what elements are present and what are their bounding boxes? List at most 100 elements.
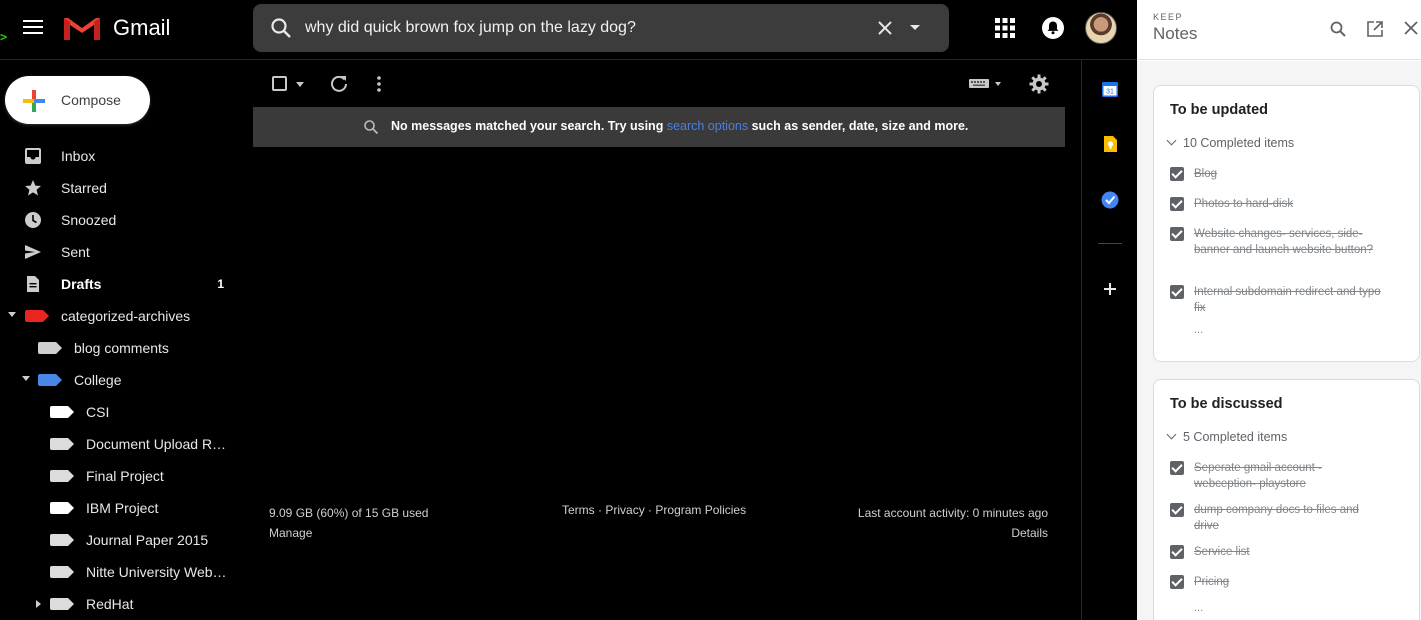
select-chevron-down-icon[interactable] bbox=[295, 82, 305, 88]
select-all-checkbox[interactable] bbox=[272, 76, 287, 91]
chevron-down-icon bbox=[1166, 429, 1177, 440]
checked-checkbox[interactable] bbox=[1170, 461, 1184, 475]
tasks-icon[interactable] bbox=[1101, 191, 1119, 209]
addon-strip: 31 bbox=[1081, 60, 1137, 620]
chevron-down-icon bbox=[1166, 135, 1177, 146]
clear-search-icon[interactable] bbox=[873, 16, 897, 40]
compose-plus-icon bbox=[23, 90, 45, 112]
manage-storage-link[interactable]: Manage bbox=[269, 523, 428, 543]
keep-icon[interactable] bbox=[1101, 135, 1119, 153]
expand-caret-icon[interactable] bbox=[36, 600, 41, 608]
note-title: To be discussed bbox=[1170, 396, 1283, 412]
inbox-icon bbox=[25, 148, 41, 164]
label-redhat[interactable]: RedHat bbox=[0, 588, 253, 620]
search-icon bbox=[364, 120, 379, 135]
terms-link[interactable]: Terms bbox=[562, 503, 595, 517]
checklist-text: Internal subdomain redirect and typo fix bbox=[1194, 286, 1381, 314]
more-options-icon[interactable] bbox=[370, 75, 388, 93]
sidebar-item-label: Starred bbox=[61, 180, 107, 196]
notifications-bell-icon[interactable] bbox=[1041, 16, 1065, 40]
note-card[interactable]: To be discussed 5 Completed items Sepera… bbox=[1153, 379, 1420, 620]
privacy-link[interactable]: Privacy bbox=[605, 503, 644, 517]
label-tag-icon bbox=[50, 502, 74, 514]
search-icon[interactable] bbox=[269, 16, 293, 40]
checklist-text: Blog bbox=[1194, 168, 1218, 180]
more-items-ellipsis: ... bbox=[1194, 324, 1204, 336]
footer-links: Terms · Privacy · Program Policies bbox=[562, 503, 746, 517]
no-results-banner: No messages matched your search. Try usi… bbox=[253, 107, 1065, 147]
checked-checkbox[interactable] bbox=[1170, 575, 1184, 589]
completed-items-toggle[interactable]: 5 Completed items bbox=[1166, 429, 1287, 444]
mail-toolbar bbox=[253, 60, 1081, 108]
note-card[interactable]: To be updated 10 Completed items Blog Ph… bbox=[1153, 85, 1420, 362]
add-addon-plus-icon[interactable] bbox=[1101, 280, 1119, 298]
footer-separator: · bbox=[598, 503, 603, 517]
label-tag-icon bbox=[50, 470, 74, 482]
checked-checkbox[interactable] bbox=[1170, 227, 1184, 241]
checked-checkbox[interactable] bbox=[1170, 197, 1184, 211]
search-options-chevron-down-icon[interactable] bbox=[909, 22, 921, 34]
label-ibm-project[interactable]: IBM Project bbox=[0, 492, 253, 524]
keep-brand: KEEP bbox=[1153, 12, 1184, 22]
account-avatar[interactable] bbox=[1085, 12, 1117, 44]
no-results-message: No messages matched your search. Try usi… bbox=[391, 119, 968, 133]
drafts-count-badge: 1 bbox=[217, 277, 224, 291]
label-college[interactable]: College bbox=[0, 364, 253, 396]
calendar-icon[interactable]: 31 bbox=[1101, 80, 1119, 98]
storage-info: 9.09 GB (60%) of 15 GB used Manage bbox=[269, 503, 428, 543]
checklist-text: Pricing bbox=[1194, 576, 1230, 588]
sidebar-item-drafts[interactable]: Drafts 1 bbox=[0, 268, 253, 300]
clock-icon bbox=[25, 212, 41, 228]
label-name: Final Project bbox=[86, 468, 164, 484]
draft-icon bbox=[27, 276, 39, 292]
search-input[interactable] bbox=[305, 12, 865, 44]
strip-divider bbox=[1098, 243, 1122, 244]
checked-checkbox[interactable] bbox=[1170, 503, 1184, 517]
label-tag-icon bbox=[50, 598, 74, 610]
app-name[interactable]: Gmail bbox=[113, 15, 170, 41]
search-options-link[interactable]: search options bbox=[667, 119, 748, 133]
main-menu-icon[interactable] bbox=[21, 17, 45, 41]
completed-items-toggle[interactable]: 10 Completed items bbox=[1166, 135, 1294, 150]
sidebar-item-snoozed[interactable]: Snoozed bbox=[0, 204, 253, 236]
label-nitte-university[interactable]: Nitte University Web… bbox=[0, 556, 253, 588]
checked-checkbox[interactable] bbox=[1170, 167, 1184, 181]
checklist-text: Service list bbox=[1194, 546, 1250, 558]
keep-title: Notes bbox=[1153, 24, 1198, 43]
sidebar-item-starred[interactable]: Starred bbox=[0, 172, 253, 204]
keep-notes-list: To be updated 10 Completed items Blog Ph… bbox=[1137, 61, 1421, 620]
open-in-new-icon[interactable] bbox=[1366, 20, 1384, 38]
last-activity-text: Last account activity: 0 minutes ago bbox=[857, 506, 1048, 520]
label-journal-paper[interactable]: Journal Paper 2015 bbox=[0, 524, 253, 556]
checked-checkbox[interactable] bbox=[1170, 285, 1184, 299]
input-tools-keyboard-icon[interactable] bbox=[969, 79, 1005, 89]
banner-tail-text: such as sender, date, size and more. bbox=[751, 119, 969, 133]
activity-details-link[interactable]: Details bbox=[858, 523, 1048, 543]
banner-text: No messages matched your search. Try usi… bbox=[391, 119, 664, 133]
google-apps-icon[interactable] bbox=[994, 17, 1016, 39]
settings-gear-icon[interactable] bbox=[1029, 74, 1049, 94]
close-icon[interactable] bbox=[1403, 20, 1419, 36]
sidebar-item-inbox[interactable]: Inbox bbox=[0, 140, 253, 172]
send-icon bbox=[25, 245, 41, 259]
sidebar: Compose Inbox Starred Snoozed Sent Draft… bbox=[0, 60, 253, 620]
keep-search-icon[interactable] bbox=[1329, 20, 1347, 38]
program-policies-link[interactable]: Program Policies bbox=[655, 503, 746, 517]
compose-button[interactable]: Compose bbox=[5, 76, 150, 124]
label-document-upload[interactable]: Document Upload R… bbox=[0, 428, 253, 460]
label-categorized-archives[interactable]: categorized-archives bbox=[0, 300, 253, 332]
gmail-logo-icon[interactable] bbox=[62, 14, 102, 42]
label-blog-comments[interactable]: blog comments bbox=[0, 332, 253, 364]
sidebar-item-sent[interactable]: Sent bbox=[0, 236, 253, 268]
label-csi[interactable]: CSI bbox=[0, 396, 253, 428]
search-bar bbox=[253, 4, 949, 52]
label-tag-icon bbox=[38, 342, 62, 354]
refresh-icon[interactable] bbox=[330, 75, 348, 93]
checked-checkbox[interactable] bbox=[1170, 545, 1184, 559]
label-final-project[interactable]: Final Project bbox=[0, 460, 253, 492]
note-title: To be updated bbox=[1170, 102, 1269, 118]
gmail-app: > Gmail why did quick brown fox jump on … bbox=[0, 0, 1421, 620]
keep-header: KEEP Notes bbox=[1137, 0, 1421, 60]
collapse-caret-icon[interactable] bbox=[22, 376, 30, 381]
collapse-caret-icon[interactable] bbox=[8, 312, 16, 317]
